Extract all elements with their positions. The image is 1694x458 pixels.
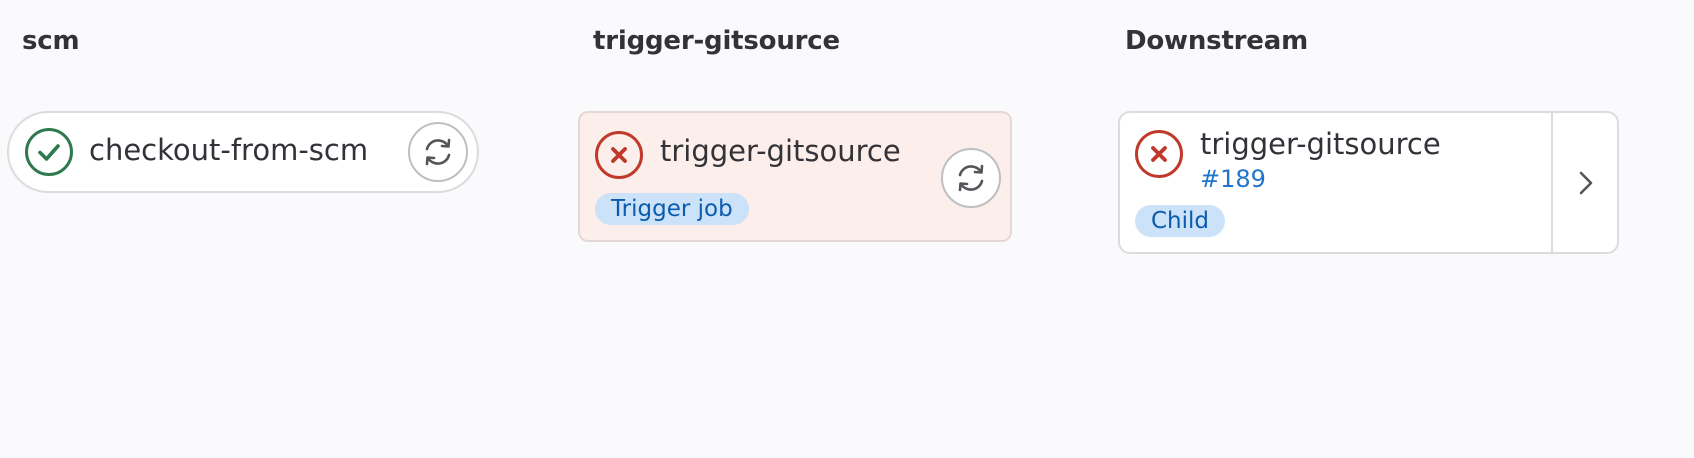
status-failed-icon xyxy=(595,131,643,179)
retry-button[interactable] xyxy=(408,122,468,182)
job-name[interactable]: checkout-from-scm xyxy=(89,133,368,167)
job-trigger-gitsource[interactable]: trigger-gitsource Trigger job xyxy=(578,111,1012,242)
retry-button[interactable] xyxy=(941,148,1001,208)
stage-title-scm: scm xyxy=(22,26,80,56)
trigger-job-badge: Trigger job xyxy=(595,193,749,225)
downstream-pipeline-card[interactable]: trigger-gitsource #189 Child xyxy=(1118,111,1619,254)
pipeline-id-link[interactable]: #189 xyxy=(1200,165,1266,193)
job-name[interactable]: trigger-gitsource xyxy=(660,134,901,168)
retry-icon xyxy=(958,164,984,192)
status-failed-icon xyxy=(1135,130,1183,178)
stage-title-downstream: Downstream xyxy=(1125,26,1308,56)
job-checkout-from-scm[interactable]: checkout-from-scm xyxy=(7,111,479,193)
expand-downstream-button[interactable] xyxy=(1553,113,1617,252)
retry-icon xyxy=(425,138,451,166)
status-success-icon xyxy=(25,128,73,176)
child-badge: Child xyxy=(1135,205,1226,237)
chevron-right-icon xyxy=(1579,171,1593,195)
stage-title-trigger-gitsource: trigger-gitsource xyxy=(593,26,840,56)
downstream-pipeline-name[interactable]: trigger-gitsource xyxy=(1200,127,1441,161)
